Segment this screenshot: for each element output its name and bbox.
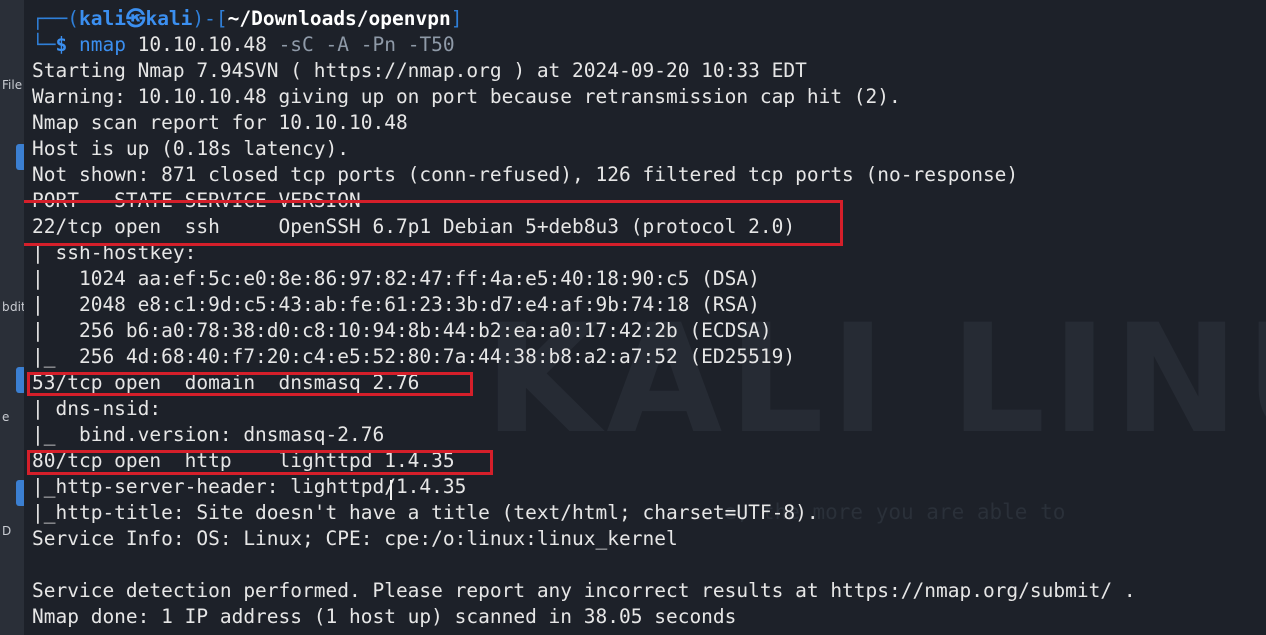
desktop-label-e: e — [2, 410, 10, 424]
prompt-corner: └─ — [32, 33, 56, 56]
prompt-at-symbol: ㉿ — [125, 7, 146, 30]
output-line: Nmap scan report for 10.10.10.48 — [32, 111, 408, 134]
output-line: | dns-nsid: — [32, 397, 173, 420]
prompt-host: kali — [145, 7, 193, 30]
command-flags: -sC -A -Pn -T50 — [278, 33, 455, 56]
output-line: | 256 b6:a0:78:38:d0:c8:10:94:8b:44:b2:e… — [32, 319, 772, 342]
output-line: | 2048 e8:c1:9d:c5:43:ab:fe:61:23:3b:d7:… — [32, 293, 760, 316]
output-line: | 1024 aa:ef:5c:e0:8e:86:97:82:47:ff:4a:… — [32, 267, 760, 290]
desktop-background: File b dit e D — [0, 0, 25, 635]
output-line: Host is up (0.18s latency). — [32, 137, 349, 160]
desktop-label-b: b — [2, 300, 10, 314]
prompt-frame-mid: )-[ — [192, 7, 228, 30]
prompt-user: kali — [78, 7, 126, 30]
prompt-symbol: $ — [55, 33, 79, 56]
output-line: |_ bind.version: dnsmasq-2.76 — [32, 423, 385, 446]
terminal-output: … ┌──(kali㉿kali)-[~/Downloads/openvpn] └… — [32, 0, 1136, 630]
highlight-box-port-22 — [24, 200, 843, 246]
text-cursor-icon — [390, 480, 392, 500]
output-line: Service detection performed. Please repo… — [32, 579, 1136, 602]
output-line: Warning: 10.10.10.48 giving up on port b… — [32, 85, 901, 108]
highlight-box-port-53 — [27, 372, 473, 396]
prompt-frame-open: ┌──( — [32, 7, 79, 30]
output-line: Nmap done: 1 IP address (1 host up) scan… — [32, 605, 737, 628]
output-line: Service Info: OS: Linux; CPE: cpe:/o:lin… — [32, 527, 678, 550]
desktop-label-dit: dit — [10, 300, 25, 314]
output-line: Starting Nmap 7.94SVN ( https://nmap.org… — [32, 59, 807, 82]
highlight-box-port-80 — [27, 450, 493, 475]
output-line: |_ 256 4d:68:40:f7:20:c4:e5:52:80:7a:44:… — [32, 345, 796, 368]
output-line: |_http-title: Site doesn't have a title … — [32, 501, 819, 524]
output-line: Not shown: 871 closed tcp ports (conn-re… — [32, 163, 1019, 186]
command-target: 10.10.10.48 — [125, 33, 279, 56]
prompt-path: ~/Downloads/openvpn — [227, 7, 451, 30]
desktop-label-d: D — [2, 524, 12, 538]
output-line: |_http-server-header: lighttpd/1.4.35 — [32, 475, 467, 498]
command-name: nmap — [78, 33, 126, 56]
terminal-window[interactable]: KALI LINU e, the more you are able to … … — [24, 0, 1266, 635]
command-line[interactable]: └─$ nmap 10.10.10.48 -sC -A -Pn -T50 — [32, 32, 1136, 58]
desktop-label-file[interactable]: File — [2, 78, 22, 92]
prompt-frame-close: ] — [450, 7, 463, 30]
prompt-line: ┌──(kali㉿kali)-[~/Downloads/openvpn] — [32, 6, 1136, 32]
